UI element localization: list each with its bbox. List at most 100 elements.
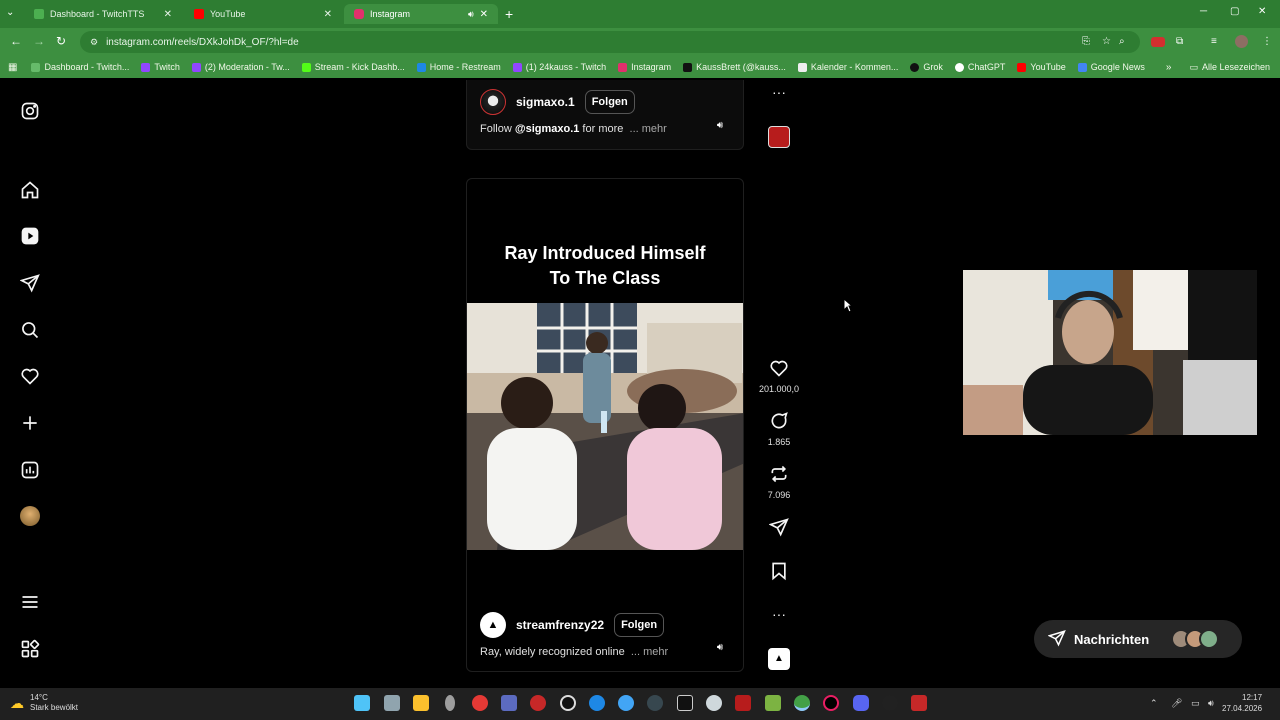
bookmark-item[interactable]: Grok	[910, 62, 943, 72]
reload-icon[interactable]: ↻	[56, 34, 66, 48]
bookmark-item[interactable]: Instagram	[618, 62, 671, 72]
file-explorer-icon[interactable]	[413, 695, 429, 711]
bookmark-item[interactable]: KaussBrett (@kauss...	[683, 62, 786, 72]
repost-button[interactable]: 7.096	[756, 464, 802, 500]
close-icon[interactable]: ✕	[164, 9, 172, 20]
bookmark-item[interactable]: Home - Restream	[416, 62, 501, 72]
calculator-icon[interactable]	[384, 695, 400, 711]
reel-username[interactable]: sigmaxo.1	[516, 95, 575, 109]
tab-instagram[interactable]: Instagram 🔊︎ ✕	[344, 4, 498, 24]
bookmark-item[interactable]: (2) Moderation - Tw...	[191, 62, 290, 72]
notifications-icon[interactable]	[18, 364, 42, 388]
app-icon[interactable]	[530, 695, 546, 711]
window-close-icon[interactable]: ✕	[1258, 6, 1266, 17]
address-bar[interactable]: ⚙ instagram.com/reels/DXkJohDk_OF/?hl=de	[80, 31, 1140, 53]
network-icon[interactable]: ▭	[1191, 698, 1200, 709]
new-tab-button[interactable]: +	[505, 6, 513, 22]
close-icon[interactable]: ✕	[480, 9, 488, 20]
tab-dashboard[interactable]: Dashboard - TwitchTTS ✕	[24, 4, 182, 24]
tray-overflow-icon[interactable]: ⌃	[1150, 698, 1158, 709]
bookmark-item[interactable]: Google News	[1077, 62, 1145, 72]
caption-mention[interactable]: @sigmaxo.1	[515, 123, 580, 135]
media-control-icon[interactable]: ≡	[1211, 36, 1217, 47]
adblock-extension-icon[interactable]	[1151, 37, 1165, 47]
install-app-icon[interactable]: ⎘	[1082, 36, 1090, 47]
maximize-icon[interactable]: ▢	[1230, 6, 1239, 17]
app-icon[interactable]	[618, 695, 634, 711]
close-icon[interactable]: ✕	[324, 9, 332, 20]
tab-search-icon[interactable]: ⌄	[6, 7, 14, 18]
bookmark-item[interactable]: Stream - Kick Dashb...	[301, 62, 405, 72]
like-button[interactable]: 201.000,0	[756, 358, 802, 394]
caption-more-link[interactable]: ... mehr	[630, 123, 667, 135]
reel-card-current[interactable]: Ray Introduced Himself To The Class ▲ st…	[466, 178, 744, 672]
app-icon[interactable]	[765, 695, 781, 711]
extensions-icon[interactable]: ⧉	[1176, 36, 1183, 47]
app-icon[interactable]	[706, 695, 722, 711]
dashboard-icon[interactable]	[18, 458, 42, 482]
instagram-logo-icon[interactable]	[18, 99, 42, 123]
back-icon[interactable]: ←	[10, 34, 22, 48]
bookmark-item[interactable]: (1) 24kauss - Twitch	[512, 62, 606, 72]
weather-widget[interactable]: ☁ 14°C Stark bewölkt	[10, 693, 78, 713]
app-icon[interactable]	[472, 695, 488, 711]
audio-playing-icon[interactable]: 🔊︎	[468, 9, 474, 20]
share-button[interactable]	[756, 517, 802, 542]
zoom-icon[interactable]: ⌕	[1119, 36, 1125, 47]
save-button[interactable]	[756, 561, 802, 586]
more-apps-icon[interactable]	[18, 637, 42, 661]
create-icon[interactable]	[18, 411, 42, 435]
opera-icon[interactable]	[823, 695, 839, 711]
more-options-icon[interactable]: ···	[756, 84, 802, 100]
reel-caption[interactable]: Follow @sigmaxo.1 for more ... mehr	[480, 123, 667, 135]
reel-video-frame[interactable]	[467, 303, 744, 550]
bookmark-item[interactable]: YouTube	[1017, 62, 1066, 72]
home-icon[interactable]	[18, 178, 42, 202]
bookmark-item[interactable]: Kalender - Kommen...	[797, 62, 898, 72]
reel-card-previous[interactable]: sigmaxo.1 Folgen Follow @sigmaxo.1 for m…	[466, 80, 744, 150]
reel-caption[interactable]: Ray, widely recognized online ... mehr	[480, 646, 668, 658]
follow-button[interactable]: Folgen	[584, 90, 635, 114]
app-icon[interactable]	[911, 695, 927, 711]
obs-icon[interactable]	[560, 695, 576, 711]
audio-thumbnail[interactable]	[768, 126, 790, 148]
all-bookmarks-folder[interactable]: ▭ Alle Lesezeichen	[1189, 62, 1270, 73]
site-info-icon[interactable]: ⚙	[90, 37, 98, 48]
app-icon[interactable]	[677, 695, 693, 711]
kebab-menu-icon[interactable]: ⋮	[1262, 36, 1272, 47]
app-icon[interactable]	[501, 695, 517, 711]
system-clock[interactable]: 12:17 27.04.2026	[1222, 692, 1262, 714]
audio-thumbnail[interactable]: ▲	[768, 648, 790, 670]
avatar[interactable]: ▲	[480, 612, 506, 638]
caption-more-link[interactable]: ... mehr	[631, 646, 668, 658]
menu-icon[interactable]	[18, 590, 42, 614]
discord-icon[interactable]	[853, 695, 869, 711]
reels-icon[interactable]	[18, 224, 42, 248]
bookmark-item[interactable]: Twitch	[141, 62, 180, 72]
forward-icon[interactable]: →	[33, 34, 45, 48]
app-icon[interactable]	[589, 695, 605, 711]
volume-icon[interactable]: 🔊︎	[1208, 698, 1214, 709]
avatar[interactable]	[480, 89, 506, 115]
chrome-icon[interactable]	[794, 695, 810, 711]
apps-grid-icon[interactable]: ▦	[8, 62, 17, 73]
profile-avatar[interactable]	[1235, 35, 1248, 48]
steam-icon[interactable]	[647, 695, 663, 711]
bookmark-star-icon[interactable]: ☆	[1102, 36, 1111, 47]
bookmark-item[interactable]: ChatGPT	[954, 62, 1005, 72]
bookmark-item[interactable]: Dashboard - Twitch...	[31, 62, 129, 72]
audio-icon[interactable]: 🔊︎	[711, 639, 729, 657]
bookmarks-overflow-icon[interactable]: »	[1166, 62, 1172, 73]
comment-button[interactable]: 1.865	[756, 411, 802, 447]
mouse-app-icon[interactable]	[445, 695, 455, 711]
audio-icon[interactable]: 🔊︎	[711, 117, 729, 135]
messages-button[interactable]: Nachrichten	[1034, 620, 1242, 658]
app-icon[interactable]	[735, 695, 751, 711]
messages-icon[interactable]	[18, 271, 42, 295]
tab-youtube[interactable]: YouTube ✕	[184, 4, 342, 24]
reel-username[interactable]: streamfrenzy22	[516, 618, 604, 632]
search-icon[interactable]	[18, 318, 42, 342]
start-icon[interactable]	[354, 695, 370, 711]
microphone-icon[interactable]: 🎤︎	[1171, 698, 1182, 709]
more-options-icon[interactable]: ···	[756, 606, 802, 622]
